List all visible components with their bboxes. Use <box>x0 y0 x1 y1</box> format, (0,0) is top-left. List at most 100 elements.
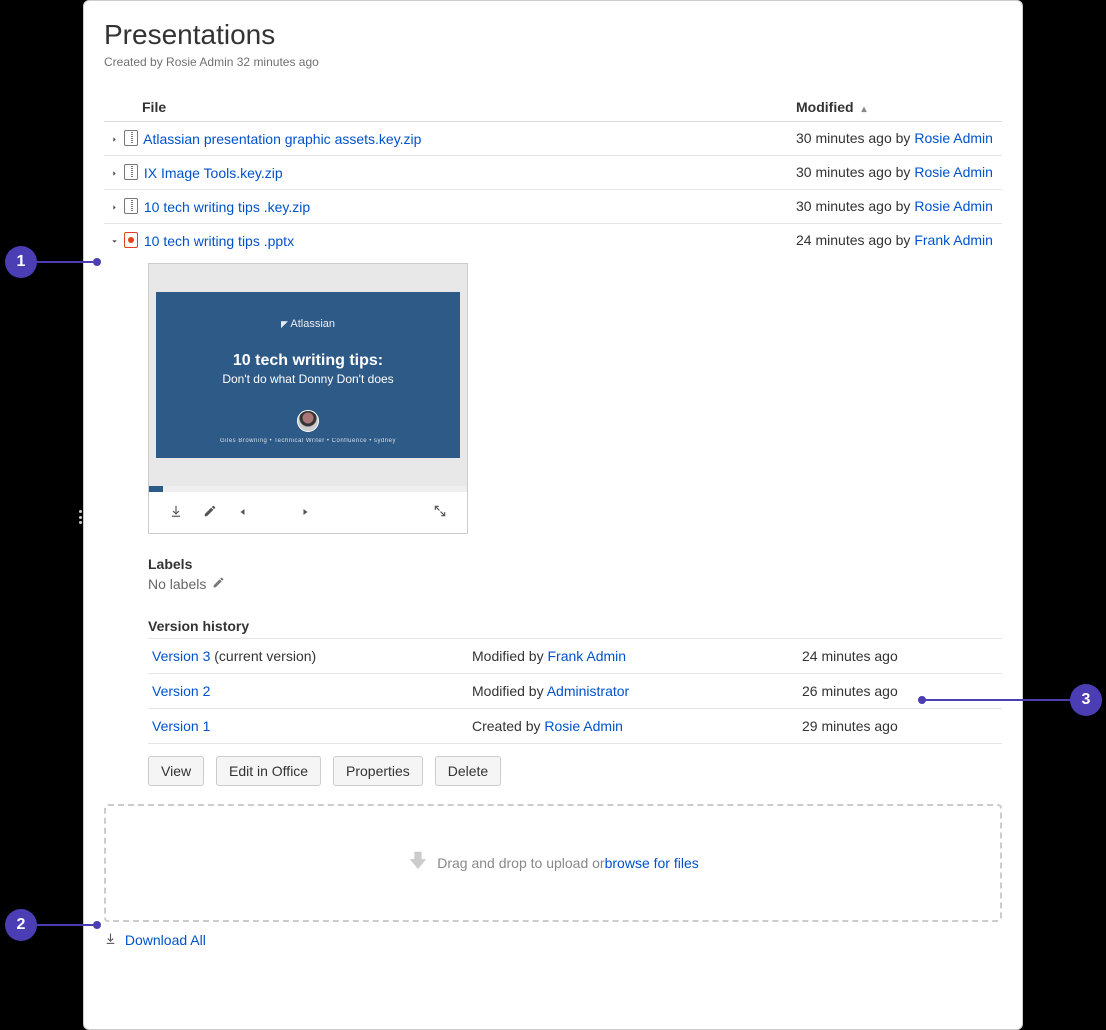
version-ago: 24 minutes ago <box>798 639 1002 674</box>
page-title: Presentations <box>104 19 1002 51</box>
created-by-prefix: Created by <box>104 55 166 69</box>
page-frame: Presentations Created by Rosie Admin 32 … <box>83 0 1023 1030</box>
dropzone-text: Drag and drop to upload or <box>437 855 604 871</box>
zip-file-icon <box>124 130 138 146</box>
file-preview-wrap: Atlassian 10 tech writing tips: Don't do… <box>104 257 1002 546</box>
modified-ago: 30 minutes ago <box>796 198 892 214</box>
callout-2-line <box>37 924 93 926</box>
chevron-right-icon[interactable] <box>108 169 120 181</box>
labels-value: No labels <box>148 576 1002 592</box>
version-author-link[interactable]: Administrator <box>547 683 629 699</box>
col-file-header[interactable]: File <box>104 93 792 122</box>
slide-subtitle: Don't do what Donny Don't does <box>166 372 450 386</box>
zip-file-icon <box>124 164 138 180</box>
table-row: 10 tech writing tips .pptx 24 minutes ago… <box>104 224 1002 258</box>
version-link[interactable]: Version 2 <box>152 683 210 699</box>
file-link[interactable]: 10 tech writing tips .key.zip <box>144 199 310 215</box>
col-modified-label: Modified <box>796 99 854 115</box>
version-action-prefix: Modified by <box>472 648 547 664</box>
version-history-section: Version history Version 3 (current versi… <box>104 618 1002 744</box>
table-row: 10 tech writing tips .key.zip 30 minutes … <box>104 190 1002 224</box>
callout-3-dot <box>918 696 926 704</box>
slide-author-line: Giles Browning • Technical Writer • Conf… <box>166 438 450 444</box>
chevron-right-icon[interactable] <box>108 135 120 147</box>
labels-section: Labels No labels <box>104 556 1002 592</box>
slide-area: Atlassian 10 tech writing tips: Don't do… <box>149 264 467 486</box>
col-modified-header[interactable]: Modified ▴ <box>792 93 1002 122</box>
action-buttons: View Edit in Office Properties Delete <box>104 756 1002 786</box>
callout-1-dot <box>93 258 101 266</box>
page-subtitle: Created by Rosie Admin 32 minutes ago <box>104 55 1002 69</box>
modified-by-label: by <box>896 198 915 214</box>
browse-files-link[interactable]: browse for files <box>605 855 699 871</box>
version-link[interactable]: Version 3 <box>152 648 210 664</box>
fullscreen-icon[interactable] <box>423 500 457 525</box>
table-row: IX Image Tools.key.zip30 minutes ago by … <box>104 156 1002 190</box>
prev-slide-icon[interactable] <box>227 501 259 525</box>
download-all-icon <box>104 932 121 948</box>
version-row: Version 1 Created by Rosie Admin 29 minute… <box>148 709 1002 744</box>
version-action-prefix: Created by <box>472 718 544 734</box>
modified-by-label: by <box>896 130 915 146</box>
delete-button[interactable]: Delete <box>435 756 501 786</box>
version-row: Version 2 Modified by Administrator 26 min… <box>148 674 1002 709</box>
author-link[interactable]: Frank Admin <box>914 232 993 248</box>
version-row: Version 3 (current version) Modified by F… <box>148 639 1002 674</box>
callout-3-line <box>924 699 1070 701</box>
file-link[interactable]: IX Image Tools.key.zip <box>144 165 283 181</box>
chevron-down-icon[interactable] <box>108 237 120 249</box>
view-button[interactable]: View <box>148 756 204 786</box>
slide-title: 10 tech writing tips: <box>166 352 450 370</box>
callout-2-dot <box>93 921 101 929</box>
callout-1-line <box>37 261 93 263</box>
file-link[interactable]: 10 tech writing tips .pptx <box>144 233 294 249</box>
no-labels-text: No labels <box>148 576 206 592</box>
version-history-heading: Version history <box>148 618 1002 634</box>
edit-in-office-button[interactable]: Edit in Office <box>216 756 321 786</box>
modified-ago: 30 minutes ago <box>796 164 892 180</box>
file-link[interactable]: Atlassian presentation graphic assets.ke… <box>143 131 421 147</box>
labels-heading: Labels <box>148 556 1002 572</box>
next-slide-icon[interactable] <box>289 501 321 525</box>
callout-1: 1 <box>5 246 37 278</box>
download-all-link[interactable]: Download All <box>125 932 206 948</box>
edit-icon[interactable] <box>193 500 227 525</box>
preview-toolbar <box>149 492 467 533</box>
version-suffix: (current version) <box>210 648 316 664</box>
download-all-row: Download All <box>104 932 1002 948</box>
author-link[interactable]: Rosie Admin <box>914 164 993 180</box>
author-link[interactable]: Rosie Admin <box>914 198 993 214</box>
callout-3: 3 <box>1070 684 1102 716</box>
download-icon[interactable] <box>159 500 193 525</box>
chevron-right-icon[interactable] <box>108 203 120 215</box>
slide-logo: Atlassian <box>166 318 450 330</box>
modified-ago: 30 minutes ago <box>796 130 892 146</box>
edit-labels-icon[interactable] <box>212 577 225 592</box>
created-by-author: Rosie Admin <box>166 55 233 69</box>
version-author-link[interactable]: Frank Admin <box>547 648 626 664</box>
modified-ago: 24 minutes ago <box>796 232 892 248</box>
version-author-link[interactable]: Rosie Admin <box>544 718 623 734</box>
version-link[interactable]: Version 1 <box>152 718 210 734</box>
zip-file-icon <box>124 198 138 214</box>
version-history-table: Version 3 (current version) Modified by F… <box>148 638 1002 744</box>
slide-thumbnail[interactable]: Atlassian 10 tech writing tips: Don't do… <box>156 292 460 458</box>
file-preview: Atlassian 10 tech writing tips: Don't do… <box>148 263 468 534</box>
table-row: Atlassian presentation graphic assets.ke… <box>104 122 1002 156</box>
col-file-label: File <box>108 99 166 115</box>
version-ago: 26 minutes ago <box>798 674 1002 709</box>
file-table: File Modified ▴ Atlassian presentation g… <box>104 93 1002 257</box>
modified-by-label: by <box>896 232 915 248</box>
powerpoint-file-icon <box>124 232 138 248</box>
properties-button[interactable]: Properties <box>333 756 423 786</box>
callout-2: 2 <box>5 909 37 941</box>
upload-arrow-icon <box>407 849 429 877</box>
slide-avatar <box>297 410 319 432</box>
modified-by-label: by <box>896 164 915 180</box>
created-ago: 32 minutes ago <box>233 55 318 69</box>
upload-dropzone[interactable]: Drag and drop to upload or browse for fi… <box>104 804 1002 922</box>
sort-asc-icon: ▴ <box>861 104 866 115</box>
version-ago: 29 minutes ago <box>798 709 1002 744</box>
author-link[interactable]: Rosie Admin <box>914 130 993 146</box>
version-action-prefix: Modified by <box>472 683 547 699</box>
